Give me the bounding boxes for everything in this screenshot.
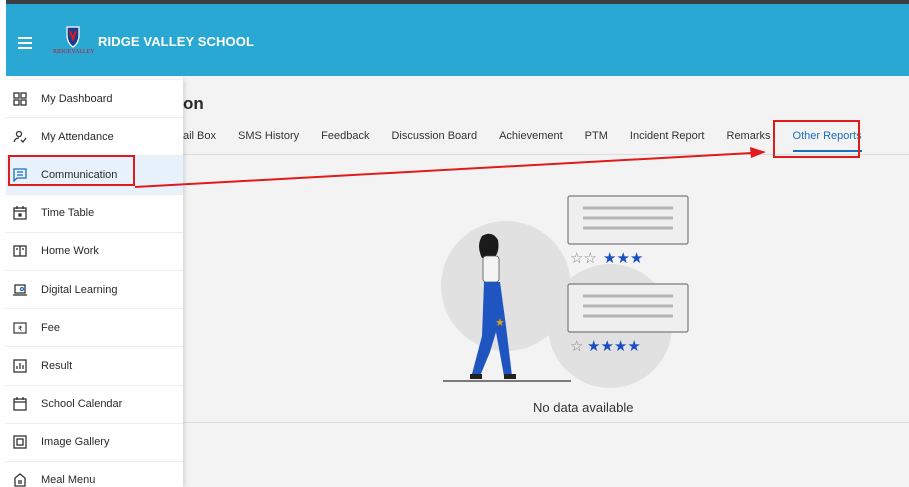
rupee-icon: ₹ xyxy=(12,320,28,336)
tab-achievement[interactable]: Achievement xyxy=(499,126,563,152)
sidebar-item-result[interactable]: Result xyxy=(6,347,183,386)
svg-text:★★★★: ★★★★ xyxy=(587,337,641,355)
svg-text:☆: ☆ xyxy=(570,337,583,355)
tab-sms-history[interactable]: SMS History xyxy=(238,126,299,152)
sidebar-item-image-gallery[interactable]: Image Gallery xyxy=(6,424,183,462)
sidebar-item-label: Result xyxy=(41,359,73,372)
no-data-message: No data available xyxy=(533,400,634,415)
sidebar-item-digital-learning[interactable]: Digital Learning xyxy=(6,271,183,310)
tab-feedback[interactable]: Feedback xyxy=(321,126,369,152)
sidebar-item-label: Meal Menu xyxy=(41,474,96,487)
school-logo: RIDGEVALLEY xyxy=(53,25,95,61)
sidebar-item-label: Home Work xyxy=(41,245,99,258)
top-header-bar: RIDGEVALLEY RIDGE VALLEY SCHOOL xyxy=(6,0,909,76)
calendar-icon xyxy=(12,205,28,221)
svg-text:★★★: ★★★ xyxy=(603,249,643,267)
attendance-icon xyxy=(12,129,28,145)
dashboard-icon xyxy=(12,91,28,107)
sidebar-item-my-dashboard[interactable]: My Dashboard xyxy=(6,80,183,119)
svg-text:₹: ₹ xyxy=(18,325,23,333)
bar-chart-icon xyxy=(12,358,28,374)
logo-text: RIDGEVALLEY xyxy=(53,49,95,55)
calendar-icon xyxy=(12,396,28,412)
sidebar-item-label: Fee xyxy=(41,321,60,334)
panel-divider xyxy=(183,422,909,423)
tab-discussion-board[interactable]: Discussion Board xyxy=(391,126,477,152)
sidebar-item-home-work[interactable]: Home Work xyxy=(6,233,183,271)
sidebar-item-label: School Calendar xyxy=(41,398,123,411)
laptop-user-icon xyxy=(12,282,28,298)
sidebar-item-label: Digital Learning xyxy=(41,283,118,296)
sidebar-item-label: My Dashboard xyxy=(41,92,113,105)
sidebar-item-label: Time Table xyxy=(41,207,95,220)
sidebar-item-label: Image Gallery xyxy=(41,436,110,449)
highlight-communication xyxy=(8,155,135,186)
school-name: RIDGE VALLEY SCHOOL xyxy=(98,34,254,49)
image-icon xyxy=(12,434,28,450)
tab-ptm[interactable]: PTM xyxy=(585,126,608,152)
meal-icon xyxy=(12,472,28,487)
svg-text:☆☆: ☆☆ xyxy=(570,249,597,267)
sidebar-item-label: My Attendance xyxy=(41,130,114,143)
empty-state-illustration: ☆☆ ★★★ ☆ ★★★★ ★ xyxy=(441,195,689,388)
svg-text:★: ★ xyxy=(495,316,505,329)
sidebar: My Dashboard My Attendance Communication… xyxy=(6,80,183,487)
menu-icon[interactable] xyxy=(18,37,32,49)
tab-remarks[interactable]: Remarks xyxy=(727,126,771,152)
page-title: on xyxy=(183,94,204,113)
sidebar-item-my-attendance[interactable]: My Attendance xyxy=(6,118,183,157)
tab-mail-box[interactable]: ail Box xyxy=(183,126,216,152)
book-icon xyxy=(12,243,28,259)
sidebar-item-school-calendar[interactable]: School Calendar xyxy=(6,386,183,424)
sidebar-item-fee[interactable]: ₹ Fee xyxy=(6,309,183,348)
tab-incident-report[interactable]: Incident Report xyxy=(630,126,705,152)
sidebar-item-meal-menu[interactable]: Meal Menu xyxy=(6,462,183,487)
sidebar-item-time-table[interactable]: Time Table xyxy=(6,195,183,233)
highlight-other-reports xyxy=(773,120,860,158)
